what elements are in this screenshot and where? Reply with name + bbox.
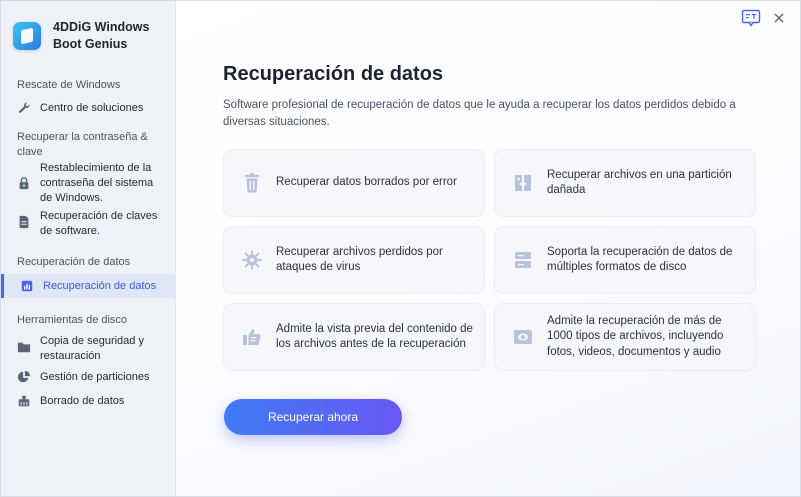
app-name-line1: 4DDiG Windows <box>53 20 150 34</box>
sidebar-item-label: Recuperación de claves de software. <box>40 210 158 237</box>
sidebar-item-label: Restablecimiento de la contraseña del si… <box>40 162 154 204</box>
group-label-password-recovery: Recuperar la contraseña & clave <box>17 131 148 158</box>
close-button[interactable] <box>768 7 790 29</box>
sidebar-item-label: Gestión de particiones <box>40 371 150 383</box>
feedback-button[interactable] <box>740 7 762 29</box>
feature-text: Recuperar archivos en una partición daña… <box>547 168 732 197</box>
group-label-disk-tools: Herramientas de disco <box>17 314 128 326</box>
sidebar-item-solutions-center[interactable]: Centro de soluciones <box>17 101 167 116</box>
wrench-icon <box>18 102 30 114</box>
sidebar-item-label: Copia de seguridad y restauración <box>40 335 144 362</box>
sidebar-item-label: Borrado de datos <box>40 395 125 407</box>
virus-icon <box>242 250 262 270</box>
disk-formats-icon <box>515 252 531 268</box>
close-icon <box>774 13 784 23</box>
sidebar-item-software-key-recovery[interactable]: Recuperación de claves de software. <box>17 209 167 239</box>
page-title: Recuperación de datos <box>223 63 444 85</box>
feature-card-file-types: Admite la recuperación de más de 1000 ti… <box>494 303 756 371</box>
document-icon <box>19 215 29 229</box>
feature-card-virus-attack: Recuperar archivos perdidos por ataques … <box>223 226 485 294</box>
page-subtitle: Software profesional de recuperación de … <box>223 99 736 128</box>
group-label-windows-rescue: Rescate de Windows <box>17 79 121 91</box>
brand: 4DDiG Windows Boot Genius <box>13 19 149 53</box>
feedback-icon <box>741 9 761 27</box>
thumbs-up-icon <box>243 329 261 345</box>
lock-icon <box>19 177 29 190</box>
sidebar-item-label: Recuperación de datos <box>43 279 157 292</box>
main-panel: Recuperación de datos Software profesion… <box>176 1 800 496</box>
app-logo-icon <box>13 22 41 50</box>
feature-text: Admite la recuperación de más de 1000 ti… <box>547 314 724 358</box>
group-label-data-recovery: Recuperación de datos <box>17 256 131 268</box>
trash-icon <box>245 173 259 193</box>
feature-text: Recuperar archivos perdidos por ataques … <box>276 245 443 274</box>
broken-partition-icon <box>515 175 531 191</box>
sidebar-item-windows-password-reset[interactable]: Restablecimiento de la contraseña del si… <box>17 161 167 206</box>
pie-chart-icon <box>17 370 31 383</box>
sidebar-item-partition-management[interactable]: Gestión de particiones <box>17 370 167 385</box>
feature-card-damaged-partition: Recuperar archivos en una partición daña… <box>494 149 756 217</box>
eraser-icon <box>18 395 30 407</box>
app-window: 4DDiG Windows Boot Genius Rescate de Win… <box>0 0 801 497</box>
folder-icon <box>17 342 31 353</box>
window-controls <box>734 7 790 29</box>
sidebar-item-data-erase[interactable]: Borrado de datos <box>17 394 167 409</box>
file-types-icon <box>514 330 532 344</box>
bar-chart-icon <box>21 280 33 292</box>
feature-card-disk-formats: Soporta la recuperación de datos de múlt… <box>494 226 756 294</box>
app-name: 4DDiG Windows Boot Genius <box>53 19 149 53</box>
sidebar: 4DDiG Windows Boot Genius Rescate de Win… <box>1 1 176 496</box>
feature-text: Recuperar datos borrados por error <box>276 176 457 189</box>
recover-now-button[interactable]: Recuperar ahora <box>224 399 402 435</box>
feature-text: Soporta la recuperación de datos de múlt… <box>547 245 733 274</box>
feature-card-preview: Admite la vista previa del contenido de … <box>223 303 485 371</box>
feature-text: Admite la vista previa del contenido de … <box>276 322 473 351</box>
app-name-line2: Boot Genius <box>53 37 128 51</box>
sidebar-item-backup-restore[interactable]: Copia de seguridad y restauración <box>17 334 167 364</box>
feature-card-deleted-data: Recuperar datos borrados por error <box>223 149 485 217</box>
sidebar-item-label: Centro de soluciones <box>40 102 144 114</box>
sidebar-item-data-recovery[interactable]: Recuperación de datos <box>1 274 175 298</box>
